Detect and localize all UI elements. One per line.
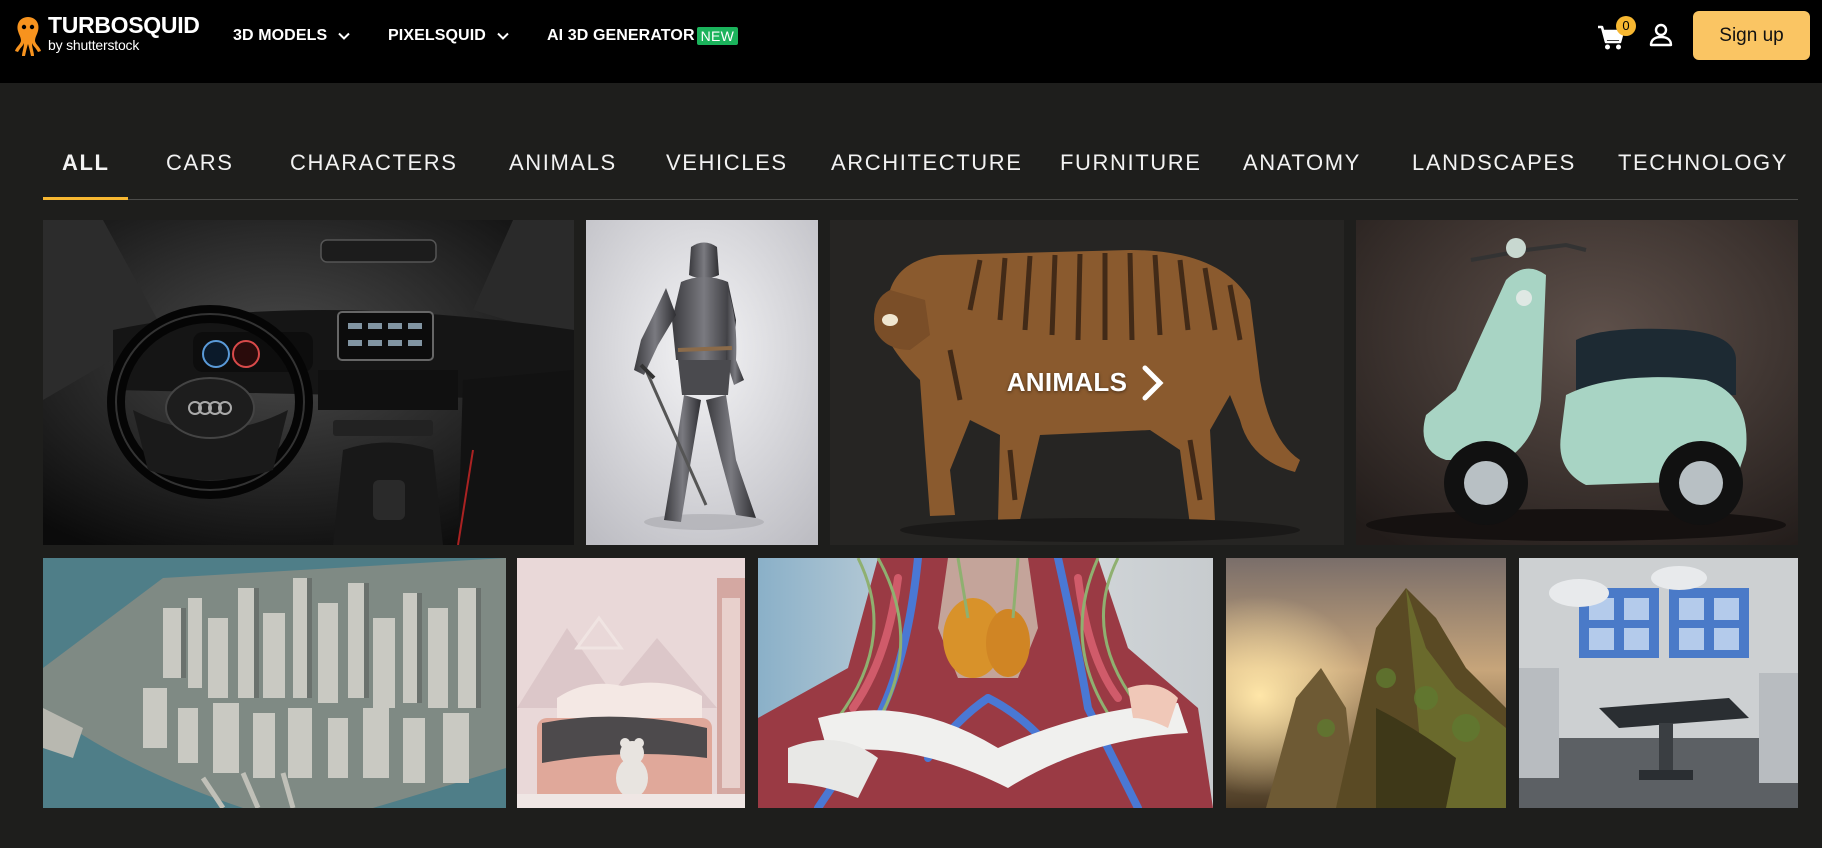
squid-logo-icon bbox=[15, 17, 41, 56]
tab-cars[interactable]: CARS bbox=[166, 150, 234, 176]
nav-pixelsquid[interactable]: PIXELSQUID bbox=[388, 26, 510, 46]
tab-landscapes[interactable]: LANDSCAPES bbox=[1412, 150, 1576, 176]
tab-architecture[interactable]: ARCHITECTURE bbox=[831, 150, 1023, 176]
anatomy-icon bbox=[758, 558, 1213, 808]
city-aerial-image[interactable] bbox=[43, 558, 506, 808]
vespa-scooter-icon bbox=[1356, 220, 1798, 545]
tab-all[interactable]: ALL bbox=[62, 150, 110, 176]
anatomy-neck-image[interactable] bbox=[758, 558, 1213, 808]
car-interior-image[interactable] bbox=[43, 220, 574, 545]
car-dashboard-icon bbox=[43, 220, 574, 545]
sign-up-button[interactable]: Sign up bbox=[1693, 11, 1810, 60]
cart-count-badge: 0 bbox=[1616, 16, 1636, 36]
tab-anatomy[interactable]: ANATOMY bbox=[1243, 150, 1361, 176]
bedroom-icon bbox=[517, 558, 745, 808]
operating-room-image[interactable] bbox=[1519, 558, 1798, 808]
nav-ai-3d-generator-label: AI 3D GENERATOR bbox=[547, 27, 695, 44]
knight-armor-image[interactable] bbox=[586, 220, 818, 545]
active-tab-indicator bbox=[43, 197, 128, 200]
turbosquid-logo[interactable]: TURBOSQUID by shutterstock bbox=[12, 14, 200, 58]
city-icon bbox=[43, 558, 506, 808]
site-header: TURBOSQUID by shutterstock 3D MODELS PIX… bbox=[0, 0, 1822, 83]
nav-ai-3d-generator[interactable]: AI 3D GENERATOR NEW bbox=[547, 26, 739, 46]
kids-bedroom-image[interactable] bbox=[517, 558, 745, 808]
tab-animals[interactable]: ANIMALS bbox=[509, 150, 617, 176]
new-badge: NEW bbox=[696, 27, 739, 45]
tab-furniture[interactable]: FURNITURE bbox=[1060, 150, 1202, 176]
logo-byline: by shutterstock bbox=[48, 37, 140, 53]
logo-wordmark: TURBOSQUID bbox=[48, 12, 200, 38]
landscape-icon bbox=[1226, 558, 1506, 808]
knight-icon bbox=[586, 220, 818, 545]
tab-vehicles[interactable]: VEHICLES bbox=[666, 150, 788, 176]
nav-3d-models-label: 3D MODELS bbox=[233, 27, 328, 44]
animals-overlay-link[interactable]: ANIMALS bbox=[830, 220, 1344, 545]
chevron-down-icon bbox=[338, 32, 350, 40]
nav-pixelsquid-label: PIXELSQUID bbox=[388, 27, 486, 44]
chevron-right-icon bbox=[1142, 365, 1164, 400]
animals-overlay-label: ANIMALS bbox=[1006, 367, 1128, 397]
chevron-down-icon bbox=[497, 32, 509, 40]
account-button[interactable] bbox=[1648, 22, 1674, 48]
user-icon bbox=[1649, 23, 1673, 47]
tab-technology[interactable]: TECHNOLOGY bbox=[1618, 150, 1788, 176]
hospital-room-icon bbox=[1519, 558, 1798, 808]
nav-3d-models[interactable]: 3D MODELS bbox=[233, 26, 351, 46]
tab-characters[interactable]: CHARACTERS bbox=[290, 150, 458, 176]
tiger-image[interactable]: ANIMALS bbox=[830, 220, 1344, 545]
cart-button[interactable]: 0 bbox=[1595, 16, 1636, 52]
scooter-image[interactable] bbox=[1356, 220, 1798, 545]
category-tabs: ALL CARS CHARACTERS ANIMALS VEHICLES ARC… bbox=[43, 112, 1798, 200]
mountain-landscape-image[interactable] bbox=[1226, 558, 1506, 808]
